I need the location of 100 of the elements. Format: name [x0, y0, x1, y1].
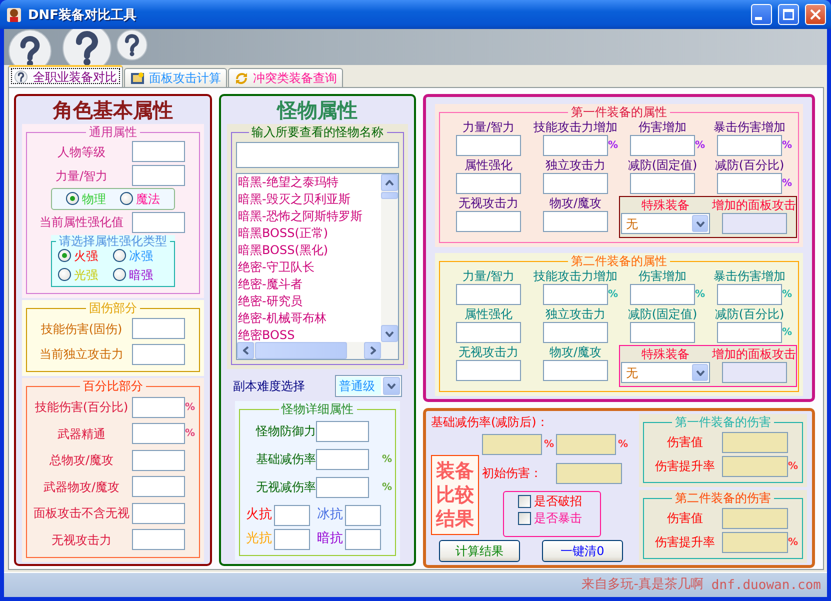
field-label: 技能伤害(固伤) [40, 322, 124, 336]
field-label: 当前独立攻击力 [38, 347, 124, 362]
field-label: 独立攻击力 [546, 307, 606, 321]
special-equipment-dropdown[interactable]: 无 [621, 362, 710, 383]
radio-option[interactable]: 火强 [58, 248, 113, 263]
field-label: 无视攻击力 [458, 345, 518, 359]
field-label: 独立攻击力 [546, 158, 606, 172]
group-title: 请选择属性强化类型 [58, 234, 168, 248]
panel-title: 怪物属性 [276, 98, 358, 122]
percent-sign: % [382, 482, 392, 492]
list-item[interactable]: 暗黑BOSS(黑化) [238, 242, 381, 259]
field-label: 物攻/魔攻 [549, 345, 602, 359]
special-equipment-dropdown[interactable]: 无 [621, 213, 710, 234]
field-label: 力量/智力 [54, 168, 109, 183]
field-label: 力量/智力 [462, 269, 515, 283]
field-label: 人物等级 [56, 144, 106, 159]
list-item[interactable]: 绝密-魔斗者 [238, 276, 381, 293]
list-item[interactable]: 绝密-机械哥布林 [238, 310, 381, 327]
percent-sign: % [382, 454, 392, 464]
field-label: 基础减伤率 [255, 452, 316, 466]
window-title: DNF装备对比工具 [28, 6, 138, 24]
checkbox[interactable]: 是否暴击 [518, 511, 600, 525]
group-title: 第二件装备的伤害 [674, 492, 772, 505]
field-label: 暴击伤害增加 [714, 120, 786, 134]
field-label: 伤害值 [666, 511, 704, 525]
group-title: 固伤部分 [88, 302, 138, 315]
percent-sign: % [185, 402, 195, 413]
group-title: 输入所要查看的怪物名称 [250, 126, 384, 139]
percent-sign: % [608, 289, 618, 300]
list-item[interactable]: 绝密-守卫队长 [238, 259, 381, 276]
group-title: 百分比部分 [82, 380, 144, 393]
field-label: 减防(固定值) [628, 307, 698, 321]
field-label: 伤害增加 [638, 120, 686, 134]
field-label: 伤害值 [666, 435, 704, 449]
group-title: 第一件装备的属性 [570, 106, 668, 119]
percent-sign: % [695, 140, 705, 151]
field-label: 初始伤害： [482, 466, 543, 480]
field-label: 光抗 [245, 532, 273, 546]
field-label: 伤害提升率 [654, 535, 716, 549]
radio-option[interactable]: 魔法 [120, 192, 160, 206]
tab[interactable]: 全职业装备对比 [8, 65, 123, 87]
field-label: 无视攻击力 [458, 196, 518, 210]
field-label: 火抗 [245, 508, 273, 522]
field-label: 无视减伤率 [255, 480, 316, 494]
percent-sign: % [695, 289, 705, 300]
status-link[interactable]: dnf.duowan.com [711, 578, 821, 592]
field-label: 减防(百分比) [714, 307, 784, 321]
percent-sign: % [185, 428, 195, 440]
group-title: 第二件装备的属性 [570, 255, 668, 268]
radio-option[interactable]: 暗强 [113, 268, 168, 282]
group-title: 怪物详细属性 [280, 403, 354, 416]
field-label: 武器精通 [56, 426, 106, 441]
list-item[interactable]: 绝密BOSS [238, 327, 381, 342]
field-label: 武器物攻/魔攻 [42, 480, 121, 494]
percent-sign: % [788, 536, 798, 548]
field-label: 伤害增加 [638, 269, 686, 283]
status-text: 来自多玩-真是茶几啊 [582, 578, 704, 592]
field-label: 技能攻击力增加 [534, 269, 618, 283]
field-label: 无视攻击力 [50, 532, 112, 547]
field-label: 当前属性强化值 [38, 215, 124, 230]
field-label: 增加的面板攻击 [712, 198, 796, 212]
panel-title: 角色基本属性 [52, 98, 174, 122]
field-label: 副本难度选择 [233, 379, 305, 393]
tab[interactable]: 面板攻击计算 [124, 68, 227, 87]
list-item[interactable]: 暗黑-恐怖之阿斯特罗斯 [238, 208, 381, 225]
action-button[interactable]: 计算结果 [439, 540, 520, 562]
field-label: 面板攻击不含无视 [32, 506, 130, 520]
action-button[interactable]: 一键清0 [542, 540, 623, 562]
field-label: 减防(百分比) [714, 158, 784, 172]
field-label: 技能伤害(百分比) [34, 400, 130, 414]
result-title: 装备比较结果 [431, 455, 479, 535]
percent-sign: % [544, 438, 554, 450]
field-label: 总物攻/魔攻 [48, 453, 115, 468]
field-label: 属性强化 [464, 158, 512, 172]
checkbox[interactable]: 是否破招 [518, 494, 600, 508]
list-item[interactable]: 暗黑-毁灭之贝利亚斯 [238, 191, 381, 208]
percent-sign: % [782, 178, 792, 189]
tab[interactable]: 冲突类装备查询 [228, 68, 343, 87]
percent-sign: % [608, 140, 618, 151]
field-label: 属性强化 [464, 307, 512, 321]
list-item[interactable]: 暗黑BOSS(正常) [238, 225, 381, 242]
field-label: 特殊装备 [642, 198, 690, 212]
percent-sign: % [782, 289, 792, 300]
field-label: 特殊装备 [642, 347, 690, 361]
field-label: 技能攻击力增加 [534, 120, 618, 134]
percent-sign: % [618, 438, 628, 450]
list-item[interactable]: 暗黑-绝望之泰玛特 [238, 174, 381, 191]
field-label: 减防(固定值) [628, 158, 698, 172]
percent-sign: % [782, 140, 792, 151]
group-title: 通用属性 [88, 126, 138, 139]
field-label: 力量/智力 [462, 120, 515, 134]
field-label: 伤害提升率 [654, 459, 716, 473]
field-label: 基础减伤率(减防后)： [431, 415, 550, 430]
list-item[interactable]: 绝密-研究员 [238, 293, 381, 310]
difficulty-dropdown[interactable]: 普通级 [335, 375, 402, 397]
group-title: 第一件装备的伤害 [674, 416, 772, 429]
radio-option[interactable]: 冰强 [113, 248, 168, 263]
field-label: 暴击伤害增加 [714, 269, 786, 283]
field-label: 物攻/魔攻 [549, 196, 602, 210]
field-label: 怪物防御力 [254, 424, 316, 438]
